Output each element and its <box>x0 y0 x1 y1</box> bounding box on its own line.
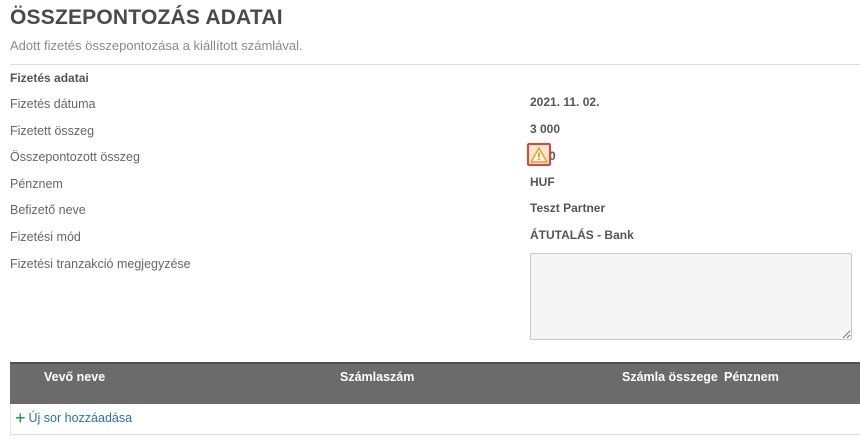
column-header-invoice-number[interactable]: Számlaszám <box>340 370 414 384</box>
value-payer-name: Teszt Partner <box>530 201 606 215</box>
transaction-note-textarea[interactable] <box>530 253 852 340</box>
page-title: ÖSSZEPONTOZÁS ADATAI <box>10 6 283 29</box>
invoice-table: Vevő neve Számlaszám Számla összege Pénz… <box>10 362 860 435</box>
warning-indicator[interactable] <box>527 143 551 166</box>
label-matched-amount: Összepontozott összeg <box>10 150 140 164</box>
section-label-payment: Fizetés adatai <box>10 71 89 85</box>
label-payment-date: Fizetés dátuma <box>10 97 96 111</box>
column-header-invoice-amount[interactable]: Számla összege <box>622 370 718 384</box>
value-currency: HUF <box>530 175 555 189</box>
plus-icon: + <box>15 408 26 428</box>
label-currency: Pénznem <box>10 177 63 191</box>
value-payment-date: 2021. 11. 02. <box>530 95 600 109</box>
column-header-customer[interactable]: Vevő neve <box>44 370 105 384</box>
page-subtitle: Adott fizetés összepontozása a kiállítot… <box>10 38 303 53</box>
warning-triangle-icon <box>530 146 548 163</box>
value-paid-amount: 3 000 <box>530 122 561 136</box>
column-header-currency[interactable]: Pénznem <box>724 370 779 384</box>
label-payment-method: Fizetési mód <box>10 230 81 244</box>
label-paid-amount: Fizetett összeg <box>10 124 95 138</box>
table-footer: + Új sor hozzáadása <box>10 404 860 435</box>
table-header: Vevő neve Számlaszám Számla összege Pénz… <box>10 362 860 404</box>
add-row-label: Új sor hozzáadása <box>28 411 133 425</box>
add-row-button[interactable]: + Új sor hozzáadása <box>15 408 133 428</box>
label-transaction-note: Fizetési tranzakció megjegyzése <box>10 257 191 271</box>
divider <box>10 64 860 65</box>
label-payer-name: Befizető neve <box>10 203 86 217</box>
value-payment-method: ÁTUTALÁS - Bank <box>530 228 634 242</box>
